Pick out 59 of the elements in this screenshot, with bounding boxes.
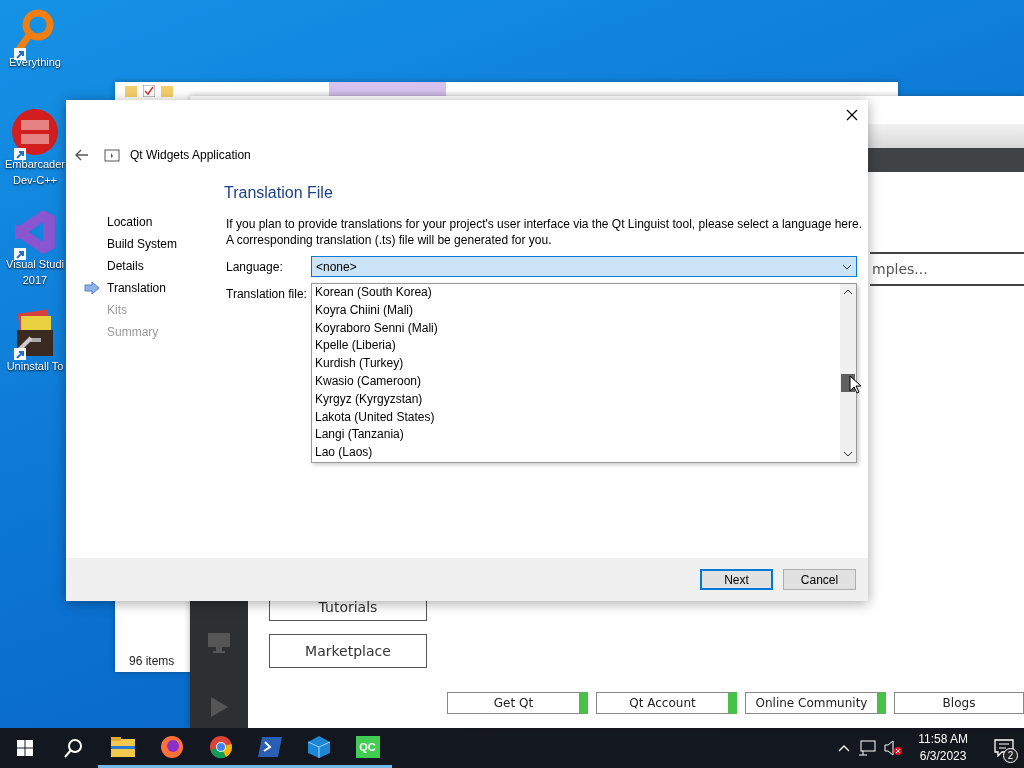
search-icon[interactable] (63, 738, 84, 758)
language-option[interactable]: Korean (South Korea) (315, 284, 840, 302)
field-label: Translation file: (226, 287, 308, 301)
wizard-step: Translation (107, 281, 166, 295)
language-option[interactable]: Lakota (United States) (315, 408, 840, 427)
language-option[interactable]: Koyraboro Senni (Mali) (315, 319, 840, 338)
description-text: If you plan to provide translations for your project's user interface via the Qt Linguist tool, please select a language here. A corresponding translation (.ts) file will be generated for you. (226, 216, 863, 248)
wizard-title: Qt Widgets Application (130, 148, 251, 162)
page-heading: Translation File (224, 184, 334, 202)
clock-date[interactable]: 6/3/2023 (919, 748, 967, 765)
language-dropdown[interactable]: <none> (311, 256, 857, 277)
language-option[interactable]: Kpelle (Liberia) (315, 337, 840, 356)
folder-icon[interactable] (110, 736, 135, 757)
desktop-icon-label[interactable]: Embarcader Dev-C++ (5, 156, 65, 188)
shortcut-arrow-icon (14, 148, 26, 160)
language-option[interactable]: Kurdish (Turkey) (315, 355, 840, 373)
dialog-button[interactable]: Cancel (783, 569, 856, 590)
wizard-step: Details (107, 259, 144, 273)
terminal-icon[interactable] (257, 736, 282, 757)
search-field[interactable]: mples... (870, 252, 1024, 286)
chevron-down-icon[interactable] (843, 450, 853, 458)
desktop-icon-label[interactable]: Visual Studi 2017 (6, 256, 64, 288)
language-option[interactable]: Kwasio (Cameroon) (315, 373, 840, 391)
window-icon (104, 148, 120, 162)
notification-icon[interactable] (994, 739, 1014, 757)
link-button[interactable]: Online Community (745, 692, 886, 714)
link-button[interactable]: Blogs (894, 692, 1024, 714)
windows-start-icon[interactable] (16, 740, 33, 756)
close-icon[interactable] (844, 107, 860, 123)
notification-badge: 2 (1003, 748, 1018, 763)
shortcut-arrow-icon (14, 48, 26, 60)
language-option[interactable]: Kyrgyz (Kyrgyzstan) (315, 390, 840, 409)
network-icon[interactable] (858, 740, 877, 756)
field-label: Language: (226, 259, 284, 274)
wizard-step: Kits (107, 303, 127, 317)
clock-time[interactable]: 11:58 AM (918, 731, 968, 748)
back-arrow-icon[interactable] (75, 149, 89, 161)
scrollbar[interactable] (840, 284, 856, 462)
link-button[interactable]: Qt Account (596, 692, 737, 714)
shortcut-arrow-icon (14, 348, 26, 360)
welcome-button[interactable]: Marketplace (269, 634, 427, 668)
language-option[interactable]: Koyra Chiini (Mali) (315, 301, 840, 320)
chevron-down-icon (842, 263, 852, 270)
folder-icon (161, 85, 173, 97)
language-option[interactable]: Lao (Laos) (315, 444, 840, 462)
wizard-step: Location (107, 215, 153, 229)
link-button[interactable]: Get Qt (447, 692, 588, 714)
muted-speaker-icon[interactable] (884, 740, 903, 756)
dialog-button[interactable]: Next (700, 569, 773, 590)
language-option[interactable]: Langi (Tanzania) (315, 426, 840, 445)
folder-icon (125, 85, 137, 97)
wizard-step: Summary (107, 325, 159, 339)
wizard-step: Build System (107, 237, 178, 251)
checklist-icon (143, 85, 155, 97)
item-count: 96 items (129, 654, 175, 668)
desktop-icon-label[interactable]: Uninstall To (6, 358, 64, 374)
cube-icon[interactable] (306, 734, 331, 759)
chevron-up-icon[interactable] (843, 288, 853, 296)
shortcut-arrow-icon (14, 248, 26, 260)
